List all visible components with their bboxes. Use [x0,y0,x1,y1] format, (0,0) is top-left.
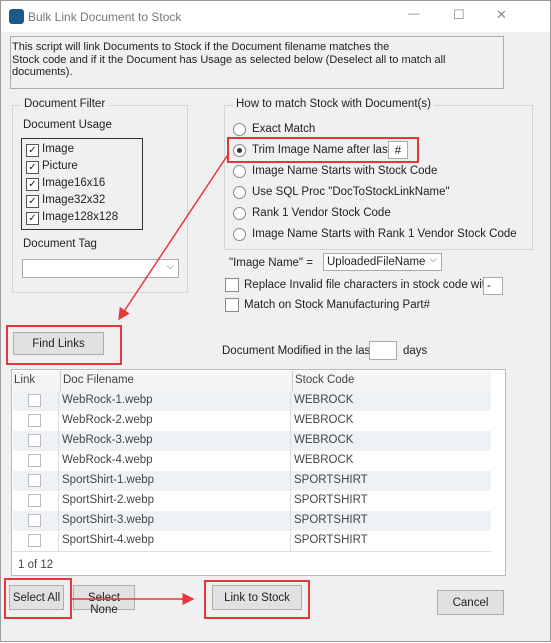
dialog-window: Bulk Link Document to Stock — ☐ ✕ This s… [0,0,551,642]
annotation-arrows [71,152,230,605]
arrow-to-find-links [118,152,230,321]
